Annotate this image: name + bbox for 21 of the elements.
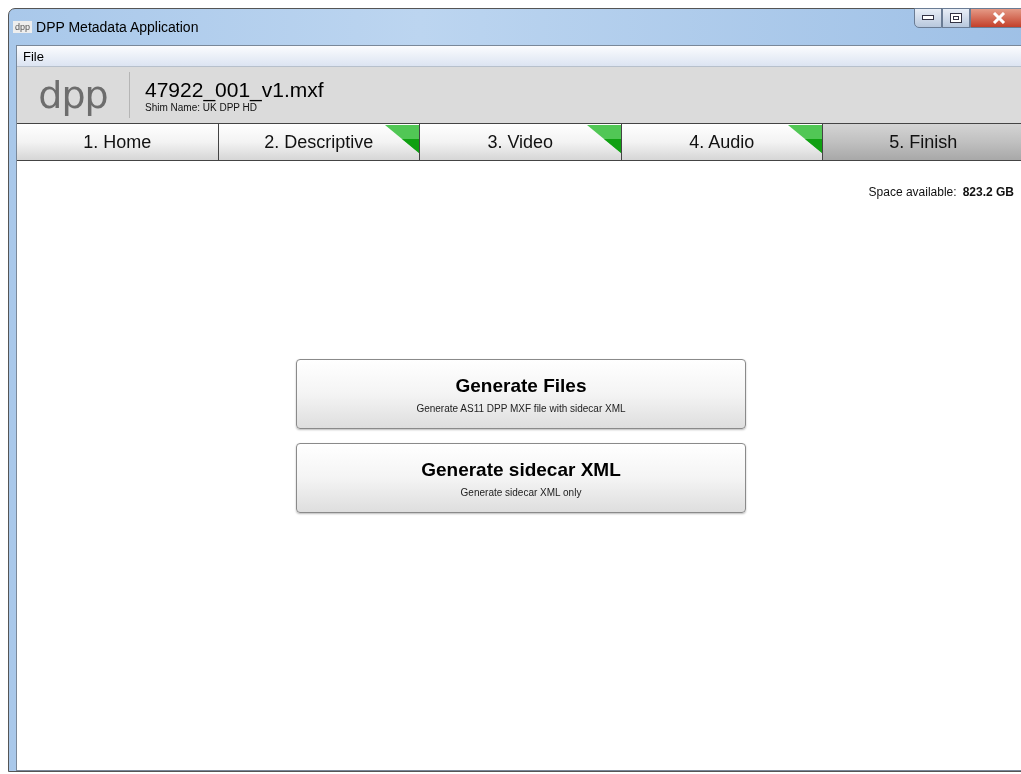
tab[interactable]: 5. Finish bbox=[823, 124, 1021, 160]
tab[interactable]: 1. Home bbox=[17, 124, 219, 160]
generate-button[interactable]: Generate sidecar XML Generate sidecar XML only bbox=[296, 443, 746, 513]
menu-item[interactable]: File bbox=[17, 48, 50, 64]
shim-name: Shim Name: UK DPP HD bbox=[145, 101, 258, 113]
file-name: 47922_001_v1.mxf bbox=[145, 77, 324, 102]
tab[interactable]: 2. Descriptive bbox=[218, 124, 420, 160]
close-icon bbox=[992, 12, 1006, 24]
app-icon: dpp bbox=[13, 21, 33, 33]
close-button[interactable] bbox=[970, 8, 1021, 28]
tab[interactable]: 3. Video bbox=[420, 124, 622, 160]
minimize-button[interactable] bbox=[914, 8, 942, 28]
maximize-button[interactable] bbox=[942, 8, 970, 28]
window-title: DPP Metadata Application bbox=[36, 19, 199, 35]
space-value: 823.2 GB bbox=[962, 185, 1014, 199]
generate-button[interactable]: Generate Files Generate AS11 DPP MXF file with sidecar XML bbox=[296, 359, 746, 429]
minimize-icon bbox=[922, 15, 934, 21]
maximize-icon bbox=[950, 13, 962, 23]
space-label: Space available: bbox=[868, 185, 957, 199]
logo: dpp bbox=[17, 72, 130, 118]
tab[interactable]: 4. Audio bbox=[621, 124, 823, 160]
